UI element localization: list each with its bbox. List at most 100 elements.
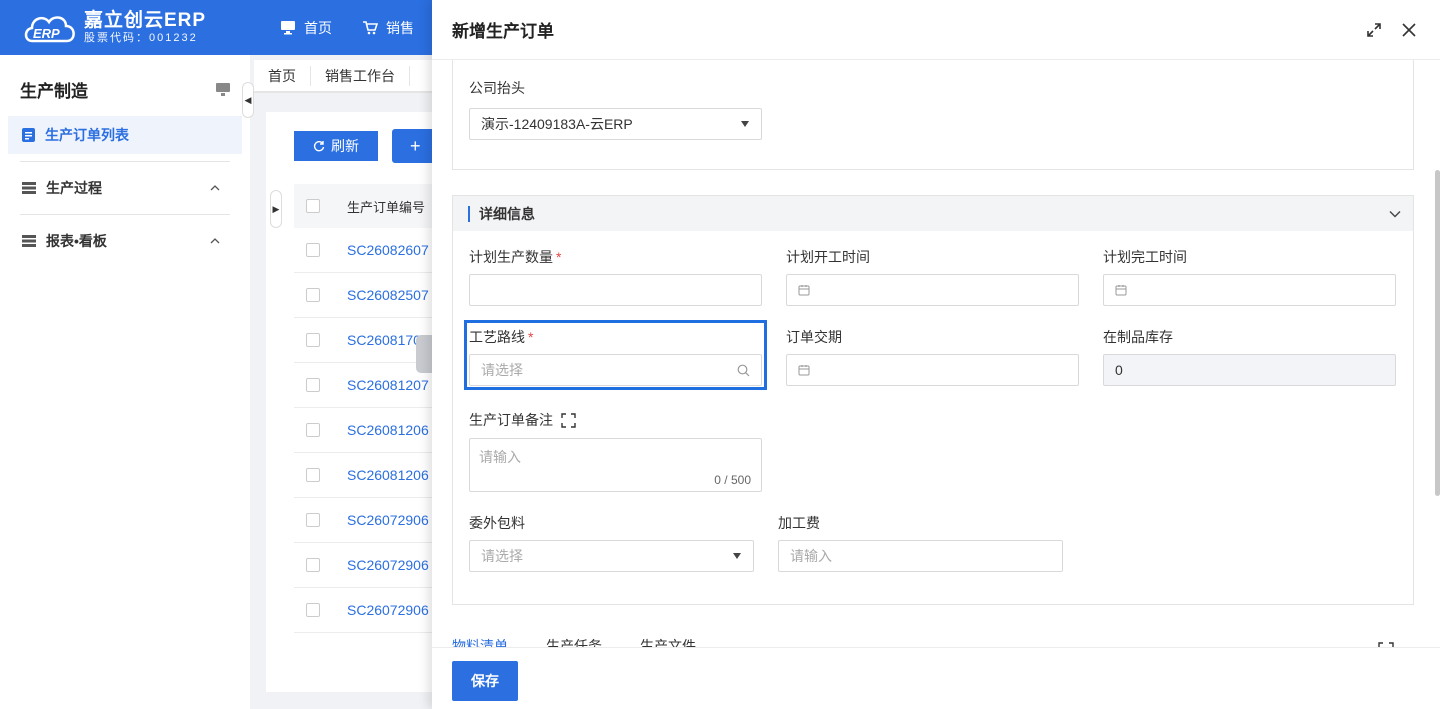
sidebar-collapse-toggle[interactable]: ◀: [242, 82, 254, 118]
sidebar: 生产制造 生产订单列表 生产过程 报表•看板: [0, 55, 250, 709]
refresh-icon: [313, 141, 325, 152]
detail-section-title: 详细信息: [479, 205, 535, 222]
refresh-button[interactable]: 刷新: [294, 131, 378, 161]
table-row: SC26072906: [294, 588, 440, 633]
plan-end-label: 计划完工时间: [1103, 249, 1187, 265]
remark-label: 生产订单备注: [469, 412, 553, 428]
order-link[interactable]: SC26082507: [347, 287, 429, 303]
select-all-checkbox[interactable]: [306, 199, 320, 213]
section-accent-bar: [468, 205, 470, 222]
order-link[interactable]: SC26081206: [347, 467, 429, 483]
drawer-body: 公司抬头 演示-12409183A-云ERP 详细信息 计划生产数量 * 计划开…: [432, 60, 1440, 647]
calendar-icon: [798, 365, 810, 376]
drawer-header: 新增生产订单: [432, 0, 1440, 60]
calendar-icon: [798, 285, 810, 296]
outsource-placeholder: 请选择: [481, 548, 523, 564]
column-header-order-no: 生产订单编号: [347, 199, 426, 215]
row-checkbox[interactable]: [306, 333, 320, 347]
caret-down-icon: [733, 553, 741, 559]
detail-section-header[interactable]: 详细信息: [453, 196, 1413, 231]
order-link[interactable]: SC26081207: [347, 377, 429, 393]
chevron-up-icon: [210, 185, 220, 191]
row-checkbox[interactable]: [306, 378, 320, 392]
sidebar-item-label: 生产订单列表: [45, 127, 129, 143]
tab-tasks[interactable]: 生产任务: [546, 636, 602, 647]
new-order-drawer: 新增生产订单 公司抬头 演示-12409183A-云ERP 详细信息 计划生产数…: [432, 0, 1440, 709]
nav-sales[interactable]: 销售: [362, 18, 414, 38]
scrollbar[interactable]: [1435, 170, 1440, 496]
company-select[interactable]: 演示-12409183A-云ERP: [469, 108, 762, 140]
row-checkbox[interactable]: [306, 513, 320, 527]
row-checkbox[interactable]: [306, 243, 320, 257]
company-value: 演示-12409183A-云ERP: [481, 116, 633, 132]
table-body: SC26082607 SC26082507 SC26081707 SC26081…: [294, 228, 440, 633]
plan-qty-label: 计划生产数量: [469, 249, 553, 265]
table-row: SC26082507: [294, 273, 440, 318]
cloud-logo-icon: ERP: [22, 11, 80, 45]
sidebar-group-reports[interactable]: 报表•看板: [0, 215, 250, 267]
order-list-panel: 刷新 + 生产订单编号 SC26082607 SC26082507 SC2608…: [266, 112, 452, 692]
refresh-label: 刷新: [331, 138, 359, 154]
row-checkbox[interactable]: [306, 423, 320, 437]
document-icon: [22, 128, 35, 142]
row-checkbox[interactable]: [306, 603, 320, 617]
table-row: SC26072906: [294, 498, 440, 543]
tab-bom[interactable]: 物料清单: [452, 636, 508, 647]
char-counter: 0 / 500: [714, 473, 751, 487]
order-link[interactable]: SC26072906: [347, 512, 429, 528]
row-checkbox[interactable]: [306, 468, 320, 482]
table-row: SC26081206: [294, 453, 440, 498]
plan-qty-input[interactable]: [469, 274, 762, 306]
monitor-icon: [281, 21, 295, 35]
fee-input[interactable]: 请输入: [778, 540, 1063, 572]
caret-right-icon: ▶: [272, 203, 280, 214]
drawer-footer: 保存: [432, 647, 1440, 709]
cart-icon: [363, 21, 378, 35]
row-checkbox[interactable]: [306, 558, 320, 572]
menu-group-icon: [22, 182, 36, 194]
drawer-title: 新增生产订单: [452, 22, 554, 41]
outsource-label: 委外包料: [469, 515, 525, 531]
remark-textarea[interactable]: 请输入 0 / 500: [469, 438, 762, 492]
tab-home[interactable]: 首页: [254, 65, 311, 86]
required-mark: *: [556, 249, 562, 265]
row-checkbox[interactable]: [306, 288, 320, 302]
save-button[interactable]: 保存: [452, 661, 518, 701]
nav-home-label: 首页: [304, 19, 332, 36]
route-field-highlight: [464, 320, 767, 390]
fee-label: 加工费: [778, 515, 820, 531]
order-link[interactable]: SC26081206: [347, 422, 429, 438]
plan-end-date-picker[interactable]: [1103, 274, 1396, 306]
fee-placeholder: 请输入: [790, 548, 832, 564]
bottom-tabs: 物料清单 生产任务 生产文件: [452, 636, 734, 647]
brand-logo[interactable]: ERP 嘉立创云ERP 股票代码：001232: [0, 10, 250, 45]
tab-files[interactable]: 生产文件: [640, 636, 696, 647]
sidebar-item-order-list[interactable]: 生产订单列表: [8, 116, 242, 154]
sidebar-group-label: 报表•看板: [46, 233, 107, 249]
table-header: 生产订单编号: [294, 184, 440, 228]
table-row: SC26082607: [294, 228, 440, 273]
sidebar-group-label: 生产过程: [46, 180, 102, 196]
delivery-label: 订单交期: [786, 329, 842, 345]
page-tabs: 首页 销售工作台: [254, 60, 440, 93]
detail-info-card: 详细信息 计划生产数量 * 计划开工时间 计划完工时间 工艺路线 * 请选择 订…: [452, 195, 1414, 605]
outsource-select[interactable]: 请选择: [469, 540, 754, 572]
close-icon[interactable]: [1402, 22, 1416, 37]
sidebar-group-process[interactable]: 生产过程: [0, 162, 250, 214]
tab-sales-workbench[interactable]: 销售工作台: [311, 65, 410, 86]
filter-expand-toggle[interactable]: ▶: [270, 190, 282, 228]
monitor-icon[interactable]: [216, 83, 230, 96]
plan-start-date-picker[interactable]: [786, 274, 1079, 306]
order-link[interactable]: SC26072906: [347, 557, 429, 573]
order-link[interactable]: SC26082607: [347, 242, 429, 258]
delivery-date-picker[interactable]: [786, 354, 1079, 386]
add-label: +: [410, 135, 421, 156]
maximize-icon[interactable]: [1366, 22, 1382, 38]
sidebar-title: 生产制造: [20, 82, 88, 101]
wip-stock-label: 在制品库存: [1103, 329, 1173, 345]
order-link[interactable]: SC26072906: [347, 602, 429, 618]
nav-sales-label: 销售: [386, 19, 414, 36]
nav-home[interactable]: 首页: [280, 18, 332, 38]
fullscreen-icon[interactable]: [561, 412, 576, 428]
wip-stock-field: 0: [1103, 354, 1396, 386]
